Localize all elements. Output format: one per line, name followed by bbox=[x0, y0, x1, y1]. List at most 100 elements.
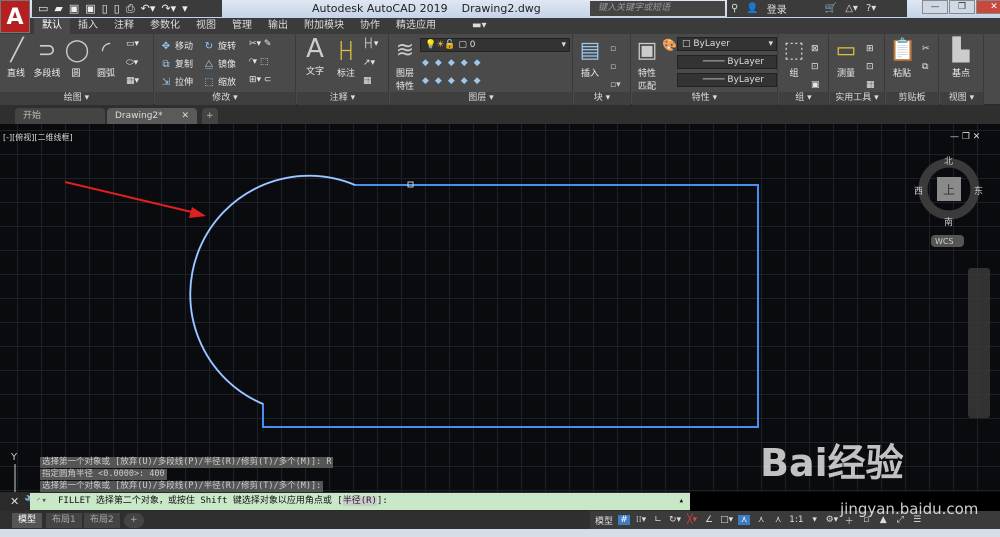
auto-scale-icon[interactable]: ⋏ bbox=[755, 515, 767, 525]
hatch-icon[interactable]: ▦▾ bbox=[126, 76, 139, 86]
linear-dim-icon[interactable]: ├┤▾ bbox=[363, 39, 378, 49]
ortho-icon[interactable]: ∟ bbox=[652, 515, 664, 525]
line-tool[interactable]: ╱ 直线 bbox=[4, 38, 28, 79]
tab-default[interactable]: 默认 bbox=[34, 18, 70, 34]
undo-icon[interactable]: ↶▾ bbox=[141, 2, 156, 15]
panel-title[interactable]: 图层 ▾ bbox=[390, 92, 572, 105]
annotation-visibility-icon[interactable]: ⋏ bbox=[738, 515, 751, 525]
text-tool[interactable]: A 文字 bbox=[300, 36, 330, 77]
compass-west[interactable]: 西 bbox=[914, 184, 923, 197]
tab-start[interactable]: 开始 bbox=[15, 108, 105, 124]
panel-title[interactable]: 特性 ▾ bbox=[632, 92, 777, 105]
option-keyword[interactable]: 半径(R) bbox=[342, 496, 377, 506]
array-icon[interactable]: ⊞▾ ⊂ bbox=[249, 75, 271, 85]
dimension-tool[interactable]: ├┤ 标注 bbox=[331, 38, 361, 79]
cart-icon[interactable]: 🛒 bbox=[825, 3, 837, 14]
new-tab-button[interactable]: + bbox=[202, 108, 218, 124]
scale-tool[interactable]: ⬚ 缩放 bbox=[203, 75, 236, 88]
tab-layout2[interactable]: 布局2 bbox=[84, 513, 120, 528]
share-icon[interactable]: ▯ bbox=[114, 2, 120, 15]
mirror-tool[interactable]: ⧋ 镜像 bbox=[203, 57, 236, 70]
tab-addins[interactable]: 附加模块 bbox=[296, 18, 352, 34]
rectangle-icon[interactable]: ▭▾ bbox=[126, 39, 139, 49]
a360-icon[interactable]: △▾ bbox=[845, 3, 858, 14]
layer-tools-row1[interactable]: ◆◆◆◆◆ bbox=[422, 58, 487, 68]
rotate-tool[interactable]: ↻ 旋转 bbox=[203, 39, 236, 52]
insert-tool[interactable]: ▤ 插入 bbox=[576, 38, 604, 79]
restore-button[interactable]: ❐ bbox=[949, 0, 975, 14]
grid-icon[interactable]: # bbox=[618, 515, 631, 525]
color-wheel-icon[interactable]: 🎨 bbox=[662, 38, 677, 52]
match-properties-tool[interactable]: ▣ 特性匹配 bbox=[634, 38, 660, 92]
fillet-icon[interactable]: ◜▾ ⬚ bbox=[249, 57, 268, 67]
login-button[interactable]: 登录 bbox=[767, 1, 787, 16]
expand-history-icon[interactable]: ▴ bbox=[679, 493, 684, 510]
tab-drawing2[interactable]: Drawing2* ✕ bbox=[107, 108, 197, 124]
layer-dropdown[interactable]: 💡☀🔓 ▢ 0 ▾ bbox=[420, 38, 570, 52]
tab-annotate[interactable]: 注释 bbox=[106, 18, 142, 34]
ribbon-toggle-icon[interactable]: ▬▾ bbox=[464, 18, 494, 34]
save-icon[interactable]: ▣ bbox=[69, 2, 79, 15]
panel-title[interactable]: 组 ▾ bbox=[779, 92, 828, 105]
linetype-dropdown[interactable]: ──── ByLayer bbox=[677, 55, 777, 69]
add-layout-button[interactable]: + bbox=[124, 513, 144, 528]
panel-title[interactable]: 绘图 ▾ bbox=[0, 92, 153, 105]
panel-title[interactable]: 剪贴板 bbox=[886, 92, 938, 105]
polar-icon[interactable]: ↻▾ bbox=[669, 515, 681, 525]
circle-tool[interactable]: ◯ 圆 bbox=[64, 38, 90, 79]
panel-title[interactable]: 视图 ▾ bbox=[940, 92, 983, 105]
open-icon[interactable]: ▰ bbox=[54, 2, 62, 15]
panel-title[interactable]: 修改 ▾ bbox=[155, 92, 295, 105]
close-button[interactable]: ✕ bbox=[976, 0, 1000, 14]
customize-icon[interactable]: ▾ bbox=[182, 2, 188, 15]
model-space-button[interactable]: 模型 bbox=[595, 514, 613, 527]
command-recent-icon[interactable]: ◜▾ bbox=[36, 493, 47, 510]
basepoint-tool[interactable]: ▙ 基点 bbox=[946, 38, 976, 79]
snap-icon[interactable]: ⁞⁞▾ bbox=[635, 515, 647, 525]
application-menu-button[interactable]: A bbox=[0, 0, 30, 33]
tab-view[interactable]: 视图 bbox=[188, 18, 224, 34]
close-command-icon[interactable]: ✕ bbox=[10, 495, 19, 508]
tab-output[interactable]: 输出 bbox=[260, 18, 296, 34]
viewcube-top[interactable]: 上 bbox=[943, 181, 955, 198]
color-dropdown[interactable]: □ ByLayer ▾ bbox=[677, 37, 777, 51]
annotation-scale-icon[interactable]: ⋏ bbox=[772, 515, 784, 525]
binoculars-icon[interactable]: ⚲ bbox=[731, 3, 738, 14]
panel-title[interactable]: 注释 ▾ bbox=[297, 92, 388, 105]
close-tab-icon[interactable]: ✕ bbox=[181, 108, 189, 124]
minimize-button[interactable]: — bbox=[922, 0, 948, 14]
viewport-label[interactable]: [-][俯视][二维线框] bbox=[3, 132, 73, 143]
scale-dropdown[interactable]: 1:1 bbox=[789, 515, 803, 525]
utility-tools[interactable]: ⊞ ⊡ ▦ bbox=[866, 40, 875, 94]
paste-tool[interactable]: 📋 粘贴 bbox=[888, 38, 916, 79]
viewport-controls[interactable]: — ❐ ✕ bbox=[950, 132, 980, 142]
layer-tools-row2[interactable]: ◆◆◆◆◆ bbox=[422, 76, 487, 86]
tab-manage[interactable]: 管理 bbox=[224, 18, 260, 34]
compass-north[interactable]: 北 bbox=[944, 154, 953, 167]
wcs-label[interactable]: WCS bbox=[935, 237, 954, 246]
save-as-icon[interactable]: ▣ bbox=[85, 2, 95, 15]
compass-east[interactable]: 东 bbox=[974, 184, 983, 197]
print-icon[interactable]: ⎙ bbox=[126, 2, 135, 16]
workspace-gear-icon[interactable]: ⚙▾ bbox=[826, 515, 839, 525]
panel-title[interactable]: 实用工具 ▾ bbox=[830, 92, 884, 105]
tab-model[interactable]: 模型 bbox=[12, 513, 43, 528]
tab-collaborate[interactable]: 协作 bbox=[352, 18, 388, 34]
osnap-icon[interactable]: □▾ bbox=[720, 515, 733, 525]
new-icon[interactable]: ▭ bbox=[38, 2, 48, 15]
redo-icon[interactable]: ↷▾ bbox=[161, 2, 176, 15]
isodraft-icon[interactable]: ╳▾ bbox=[686, 515, 698, 525]
group-tools[interactable]: ⊠ ⊡ ▣ bbox=[811, 40, 820, 94]
measure-tool[interactable]: ▭ 测量 bbox=[832, 38, 860, 79]
tab-layout1[interactable]: 布局1 bbox=[46, 513, 82, 528]
clipboard-tools[interactable]: ✂ ⧉ bbox=[922, 40, 930, 76]
layer-properties-tool[interactable]: ≋ 图层特性 bbox=[392, 38, 418, 92]
ellipse-icon[interactable]: ⬭▾ bbox=[126, 58, 138, 68]
search-input[interactable]: 键入关键字或短语 bbox=[590, 1, 725, 16]
lineweight-dropdown[interactable]: ──── ByLayer bbox=[677, 73, 777, 87]
command-input[interactable]: ◜▾ FILLET 选择第二个对象，或按住 Shift 键选择对象以应用角点或 … bbox=[30, 493, 690, 510]
compass-south[interactable]: 南 bbox=[944, 215, 953, 228]
trim-icon[interactable]: ✂▾ ✎ bbox=[249, 39, 271, 49]
osnap-tracking-icon[interactable]: ∠ bbox=[703, 515, 715, 525]
leader-icon[interactable]: ↗▾ bbox=[363, 58, 375, 68]
